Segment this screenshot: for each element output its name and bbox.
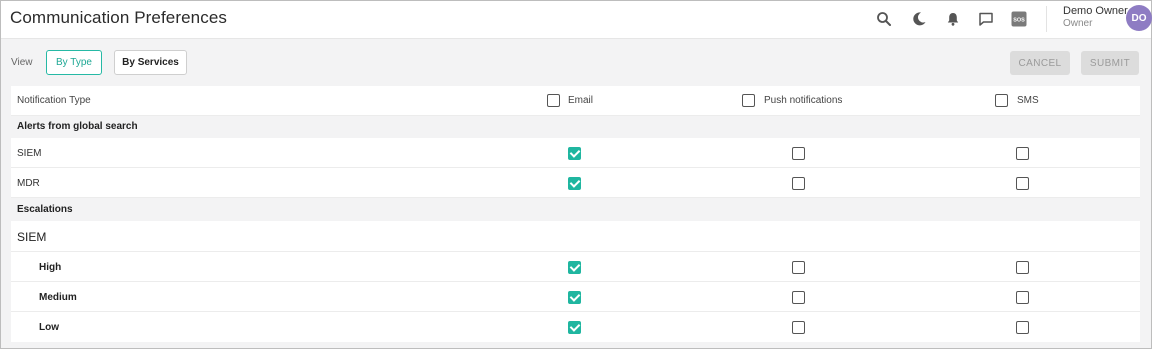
top-bar: Communication Preferences SOS Demo Owner… (1, 1, 1152, 39)
email-checkbox[interactable] (568, 147, 581, 160)
by-type-button[interactable]: By Type (46, 50, 102, 75)
table-row: Medium (11, 282, 1140, 312)
email-checkbox[interactable] (568, 177, 581, 190)
bell-icon[interactable] (943, 9, 963, 29)
notification-type-header: Notification Type (17, 95, 91, 106)
push-select-all-checkbox[interactable] (742, 94, 755, 107)
row-label: Low (39, 322, 59, 333)
row-label: MDR (17, 178, 40, 189)
table-row: MDR (11, 168, 1140, 198)
sms-checkbox[interactable] (1016, 321, 1029, 334)
divider (1046, 6, 1047, 32)
row-label: Medium (39, 292, 77, 303)
push-column-header: Push notifications (764, 95, 843, 106)
search-icon[interactable] (874, 9, 894, 29)
sms-checkbox[interactable] (1016, 177, 1029, 190)
group-title: Escalations (17, 204, 73, 215)
push-checkbox[interactable] (792, 291, 805, 304)
avatar[interactable]: DO (1126, 5, 1152, 31)
group-title: Alerts from global search (17, 121, 138, 132)
page-title: Communication Preferences (10, 8, 227, 27)
table-header-row: Notification Type Email Push notificatio… (11, 86, 1140, 116)
row-label: High (39, 262, 62, 273)
sos-icon[interactable]: SOS (1009, 9, 1029, 29)
sms-checkbox[interactable] (1016, 291, 1029, 304)
email-checkbox[interactable] (568, 321, 581, 334)
email-checkbox[interactable] (568, 291, 581, 304)
push-checkbox[interactable] (792, 147, 805, 160)
group-header-alerts: Alerts from global search (11, 116, 1140, 138)
preferences-table: Notification Type Email Push notificatio… (11, 86, 1140, 342)
table-row: SIEM (11, 138, 1140, 168)
push-checkbox[interactable] (792, 177, 805, 190)
email-select-all-checkbox[interactable] (547, 94, 560, 107)
user-name: Demo Owner (1063, 5, 1128, 17)
table-row: Low (11, 312, 1140, 342)
sms-column-header: SMS (1017, 95, 1039, 106)
table-row: High (11, 252, 1140, 282)
sms-checkbox[interactable] (1016, 261, 1029, 274)
email-checkbox[interactable] (568, 261, 581, 274)
moon-icon[interactable] (909, 9, 929, 29)
cancel-button[interactable]: CANCEL (1010, 51, 1070, 75)
view-label: View (11, 57, 33, 68)
user-role: Owner (1063, 18, 1093, 29)
email-column-header: Email (568, 95, 594, 106)
sms-select-all-checkbox[interactable] (995, 94, 1008, 107)
push-checkbox[interactable] (792, 321, 805, 334)
subheading-row: SIEM (11, 221, 1140, 252)
sms-checkbox[interactable] (1016, 147, 1029, 160)
by-services-button[interactable]: By Services (114, 50, 187, 75)
push-checkbox[interactable] (792, 261, 805, 274)
subheading-label: SIEM (17, 230, 47, 244)
row-label: SIEM (17, 148, 42, 159)
chat-icon[interactable] (976, 9, 996, 29)
svg-text:SOS: SOS (1013, 18, 1025, 24)
submit-button[interactable]: SUBMIT (1081, 51, 1139, 75)
group-header-escalations: Escalations (11, 198, 1140, 221)
